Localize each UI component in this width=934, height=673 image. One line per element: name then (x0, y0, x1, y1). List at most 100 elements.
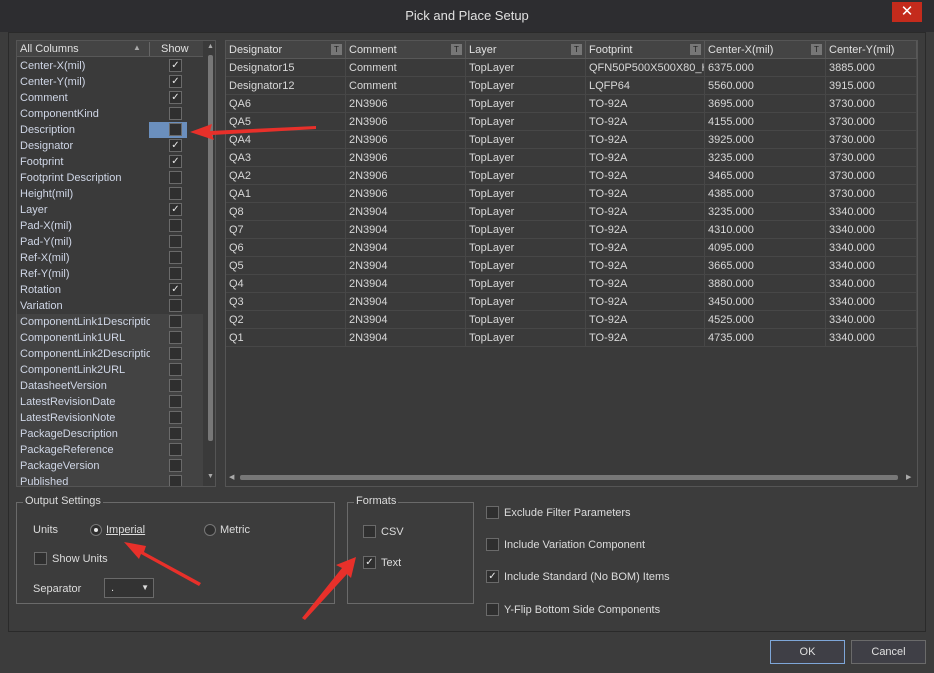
column-show-checkbox[interactable] (169, 267, 182, 280)
column-show-checkbox[interactable]: ✓ (169, 91, 182, 104)
metric-radio[interactable] (204, 524, 216, 536)
column-item[interactable]: Comment ✓ (17, 90, 203, 106)
grid-column-header[interactable]: Comment T (346, 41, 466, 59)
imperial-radio[interactable] (90, 524, 102, 536)
column-item[interactable]: PackageDescription (17, 426, 203, 442)
ok-button[interactable]: OK (770, 640, 845, 664)
column-item[interactable]: Footprint ✓ (17, 154, 203, 170)
column-item[interactable]: Rotation ✓ (17, 282, 203, 298)
column-item[interactable]: Variation (17, 298, 203, 314)
table-row[interactable]: Q6 2N3904 TopLayer TO-92A 4095.000 3340.000 (226, 239, 917, 257)
column-show-checkbox[interactable]: ✓ (169, 155, 182, 168)
text-checkbox[interactable]: ✓ (363, 556, 376, 569)
column-show-checkbox[interactable] (169, 379, 182, 392)
option-checkbox[interactable] (486, 538, 499, 551)
column-show-checkbox[interactable] (169, 331, 182, 344)
column-item[interactable]: Pad-Y(mil) (17, 234, 203, 250)
show-units-label[interactable]: Show Units (52, 553, 108, 565)
scroll-down-icon[interactable]: ▼ (207, 473, 214, 480)
filter-icon[interactable]: T (571, 44, 582, 55)
grid-column-header[interactable]: Layer T (466, 41, 586, 59)
grid-column-header[interactable]: Designator T (226, 41, 346, 59)
csv-label[interactable]: CSV (381, 526, 404, 538)
column-item[interactable]: Pad-X(mil) (17, 218, 203, 234)
table-row[interactable]: Q1 2N3904 TopLayer TO-92A 4735.000 3340.000 (226, 329, 917, 347)
sort-up-icon[interactable]: ▲ (133, 43, 141, 52)
column-show-checkbox[interactable]: ✓ (169, 75, 182, 88)
cancel-button[interactable]: Cancel (851, 640, 926, 664)
column-item[interactable]: ComponentKind (17, 106, 203, 122)
column-show-checkbox[interactable] (169, 107, 182, 120)
column-show-checkbox[interactable]: ✓ (169, 139, 182, 152)
column-show-checkbox[interactable] (169, 459, 182, 472)
column-item[interactable]: Ref-Y(mil) (17, 266, 203, 282)
column-show-checkbox[interactable] (169, 443, 182, 456)
column-item[interactable]: PackageVersion (17, 458, 203, 474)
column-item[interactable]: DatasheetVersion (17, 378, 203, 394)
table-row[interactable]: QA3 2N3906 TopLayer TO-92A 3235.000 3730.000 (226, 149, 917, 167)
column-item[interactable]: Center-Y(mil) ✓ (17, 74, 203, 90)
metric-label[interactable]: Metric (220, 524, 250, 536)
option-checkbox[interactable] (486, 603, 499, 616)
column-show-checkbox[interactable] (169, 411, 182, 424)
csv-checkbox[interactable] (363, 525, 376, 538)
option-label[interactable]: Include Variation Component (504, 539, 645, 551)
filter-icon[interactable]: T (331, 44, 342, 55)
table-row[interactable]: Designator12 Comment TopLayer LQFP64 5560.00… (226, 77, 917, 95)
column-show-checkbox[interactable] (169, 299, 182, 312)
column-item[interactable]: Published (17, 474, 203, 486)
table-row[interactable]: Q7 2N3904 TopLayer TO-92A 4310.000 3340.000 (226, 221, 917, 239)
table-row[interactable]: Q5 2N3904 TopLayer TO-92A 3665.000 3340.000 (226, 257, 917, 275)
column-show-checkbox[interactable] (169, 251, 182, 264)
column-item[interactable]: PackageReference (17, 442, 203, 458)
column-show-checkbox[interactable]: ✓ (169, 59, 182, 72)
scroll-thumb[interactable] (208, 55, 213, 441)
column-item[interactable]: Center-X(mil) ✓ (17, 58, 203, 74)
grid-column-header[interactable]: Footprint T (586, 41, 705, 59)
all-columns-header[interactable]: All Columns (20, 43, 79, 55)
grid-column-header[interactable]: Center-X(mil) T (705, 41, 826, 59)
column-item[interactable]: Layer ✓ (17, 202, 203, 218)
column-show-checkbox[interactable] (169, 235, 182, 248)
column-item[interactable]: Description (17, 122, 203, 138)
option-label[interactable]: Exclude Filter Parameters (504, 507, 631, 519)
option-checkbox[interactable] (486, 506, 499, 519)
scroll-right-icon[interactable]: ▶ (906, 473, 911, 481)
table-row[interactable]: QA2 2N3906 TopLayer TO-92A 3465.000 3730.000 (226, 167, 917, 185)
column-item[interactable]: LatestRevisionNote (17, 410, 203, 426)
column-item[interactable]: ComponentLink2Description (17, 346, 203, 362)
filter-icon[interactable]: T (690, 44, 701, 55)
column-show-checkbox[interactable] (169, 171, 182, 184)
column-show-checkbox[interactable] (169, 187, 182, 200)
columns-scrollbar[interactable]: ▲ ▼ (205, 41, 215, 486)
table-row[interactable]: QA6 2N3906 TopLayer TO-92A 3695.000 3730.000 (226, 95, 917, 113)
column-item[interactable]: Ref-X(mil) (17, 250, 203, 266)
grid-horizontal-scrollbar[interactable]: ◀ ▶ (226, 471, 917, 485)
column-item[interactable]: Designator ✓ (17, 138, 203, 154)
column-item[interactable]: ComponentLink2URL (17, 362, 203, 378)
column-show-checkbox[interactable] (169, 219, 182, 232)
show-header[interactable]: Show (161, 43, 189, 55)
separator-select[interactable]: . ▼ (104, 578, 154, 598)
column-item[interactable]: ComponentLink1URL (17, 330, 203, 346)
grid-column-header[interactable]: Center-Y(mil) (826, 41, 917, 59)
table-row[interactable]: QA5 2N3906 TopLayer TO-92A 4155.000 3730.000 (226, 113, 917, 131)
column-show-checkbox[interactable] (169, 347, 182, 360)
column-show-checkbox[interactable] (169, 123, 182, 136)
table-row[interactable]: QA4 2N3906 TopLayer TO-92A 3925.000 3730.000 (226, 131, 917, 149)
column-show-checkbox[interactable] (169, 427, 182, 440)
close-button[interactable]: ✕ (892, 2, 922, 22)
text-label[interactable]: Text (381, 557, 401, 569)
column-item[interactable]: LatestRevisionDate (17, 394, 203, 410)
hscroll-thumb[interactable] (240, 475, 898, 480)
table-row[interactable]: Q8 2N3904 TopLayer TO-92A 3235.000 3340.000 (226, 203, 917, 221)
column-show-checkbox[interactable] (169, 363, 182, 376)
table-row[interactable]: Q4 2N3904 TopLayer TO-92A 3880.000 3340.000 (226, 275, 917, 293)
scroll-left-icon[interactable]: ◀ (229, 473, 234, 481)
option-label[interactable]: Y-Flip Bottom Side Components (504, 604, 660, 616)
column-show-checkbox[interactable]: ✓ (169, 283, 182, 296)
column-show-checkbox[interactable] (169, 475, 182, 486)
filter-icon[interactable]: T (811, 44, 822, 55)
option-label[interactable]: Include Standard (No BOM) Items (504, 571, 670, 583)
table-row[interactable]: QA1 2N3906 TopLayer TO-92A 4385.000 3730.000 (226, 185, 917, 203)
